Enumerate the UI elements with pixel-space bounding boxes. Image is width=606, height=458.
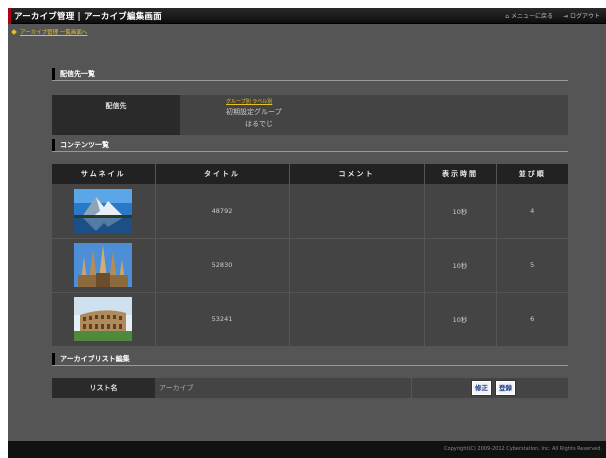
column-header: タイトル: [155, 164, 290, 184]
section-contents: コンテンツ一覧: [52, 138, 568, 152]
destination-filter-links[interactable]: グループ別 ラベル別: [226, 98, 272, 105]
section-list-edit: アーカイブリスト編集: [52, 352, 568, 366]
menu-link[interactable]: メニューに戻る: [511, 13, 553, 20]
column-header: コメント: [289, 164, 425, 184]
mountain-lake-thumbnail[interactable]: [74, 188, 133, 233]
destination-group: 初期設定グループ: [226, 108, 282, 116]
order-cell: 6: [496, 292, 568, 347]
contents-table: サムネイル タイトル コメント 表示時間 並び順 48792 10秒 4 528…: [52, 164, 568, 347]
list-name-value[interactable]: アーカイブ: [159, 383, 194, 393]
table-row[interactable]: 52830 10秒 5: [52, 238, 568, 293]
destinations-table: 配信先 グループ別 ラベル別 初期設定グループ はるでじ: [52, 95, 568, 135]
edit-button[interactable]: 修正: [471, 380, 492, 396]
duration-cell: 10秒: [424, 292, 497, 347]
comment-cell: [289, 292, 425, 347]
duration-cell: 10秒: [424, 238, 497, 293]
list-name-label: リスト名: [89, 384, 118, 392]
column-header: サムネイル: [52, 164, 156, 184]
title-cell: 48792: [155, 184, 290, 239]
title-cell: 52830: [155, 238, 290, 293]
header-accent: [8, 8, 11, 24]
order-cell: 4: [496, 184, 568, 239]
diamond-icon: [11, 29, 17, 35]
thumbnail-cell[interactable]: [52, 292, 156, 347]
duration-cell: 10秒: [424, 184, 497, 239]
list-name-label-cell: リスト名: [52, 378, 155, 398]
header-bar: アーカイブ管理 | アーカイブ編集画面 ⌂ メニューに戻る ⇥ ログアウト: [8, 8, 606, 24]
column-header: 並び順: [496, 164, 568, 184]
section-destinations: 配信先一覧: [52, 67, 568, 81]
cathedral-thumbnail[interactable]: [74, 243, 133, 287]
table-row[interactable]: 48792 10秒 4: [52, 184, 568, 239]
footer: Copyright(C) 2009-2012 Cyberstation, Inc…: [8, 441, 606, 458]
title-cell: 53241: [155, 292, 290, 347]
copyright-text: Copyright(C) 2009-2012 Cyberstation, Inc…: [444, 446, 602, 452]
thumbnail-cell[interactable]: [52, 238, 156, 293]
breadcrumb-link[interactable]: アーカイブ管理 一覧画面へ: [20, 30, 87, 36]
breadcrumb[interactable]: アーカイブ管理 一覧画面へ: [11, 28, 87, 36]
home-icon[interactable]: ⌂: [505, 13, 509, 20]
section-marker: [52, 68, 55, 80]
comment-cell: [289, 184, 425, 239]
section-title: コンテンツ一覧: [60, 141, 109, 149]
destination-group: はるでじ: [245, 120, 273, 128]
list-edit-row: リスト名 アーカイブ 修正 登録: [52, 378, 568, 398]
column-header: 表示時間: [424, 164, 497, 184]
section-marker: [52, 353, 55, 365]
table-row[interactable]: 53241 10秒 6: [52, 292, 568, 347]
divider: [411, 378, 412, 398]
table-header-row: サムネイル タイトル コメント 表示時間 並び順: [52, 164, 568, 184]
header-links: ⌂ メニューに戻る ⇥ ログアウト: [497, 11, 600, 20]
thumbnail-cell[interactable]: [52, 184, 156, 239]
destination-label-cell: 配信先: [52, 95, 180, 135]
section-marker: [52, 139, 55, 151]
destination-label: 配信先: [105, 102, 127, 110]
app-frame: アーカイブ管理 | アーカイブ編集画面 ⌂ メニューに戻る ⇥ ログアウト アーカイ…: [8, 8, 606, 458]
order-cell: 5: [496, 238, 568, 293]
page-title: アーカイブ管理 | アーカイブ編集画面: [14, 12, 162, 22]
register-button[interactable]: 登録: [495, 380, 516, 396]
section-title: アーカイブリスト編集: [60, 355, 130, 363]
colosseum-thumbnail[interactable]: [74, 297, 133, 341]
section-title: 配信先一覧: [60, 70, 95, 78]
comment-cell: [289, 238, 425, 293]
logout-link[interactable]: ログアウト: [570, 13, 600, 20]
logout-icon[interactable]: ⇥: [563, 13, 568, 20]
